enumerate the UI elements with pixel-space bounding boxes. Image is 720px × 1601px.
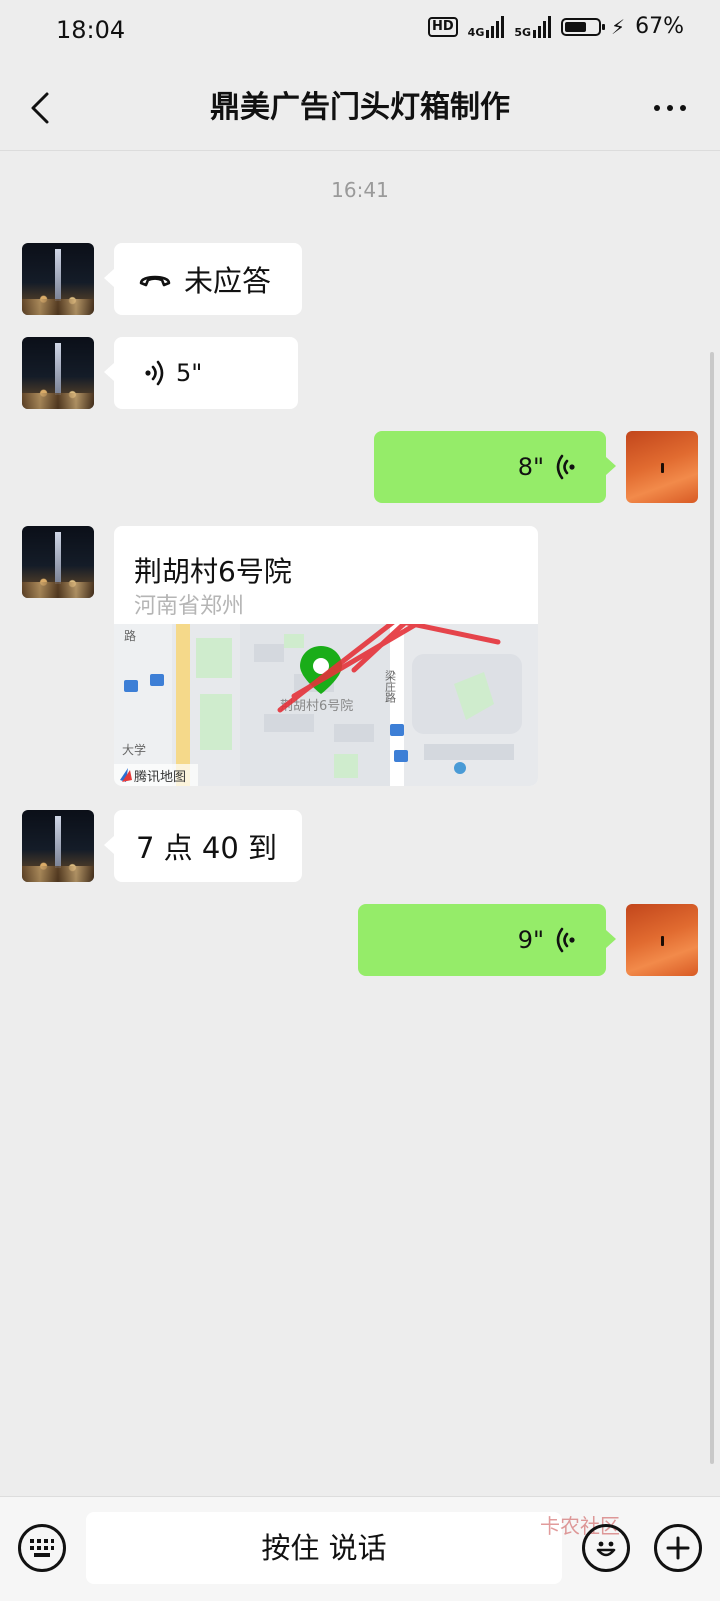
message-timestamp: 16:41 [331, 178, 389, 202]
more-dot [680, 105, 686, 111]
voice-duration: 9" [517, 926, 544, 954]
keyboard-icon [30, 1539, 54, 1557]
more-dot [667, 105, 673, 111]
battery-icon [561, 17, 606, 36]
header-divider [0, 150, 720, 151]
map-road-label: 大学 [122, 742, 146, 757]
battery-percent: 67% [635, 14, 684, 39]
my-avatar[interactable] [626, 431, 698, 503]
bus-stop-icon [394, 750, 408, 762]
hd-voice-icon: HD [428, 16, 458, 37]
charging-icon: ⚡ [611, 14, 626, 39]
voice-wave-icon [145, 360, 164, 386]
location-card[interactable]: 荆胡村6号院 河南省郑州 路 梁庄路 荆胡村6号院 大学 腾讯地图 [114, 526, 538, 786]
location-map[interactable]: 路 梁庄路 荆胡村6号院 大学 腾讯地图 [114, 624, 538, 786]
status-icons: HD 4G 5G ⚡ 67% [428, 14, 684, 39]
message-text: 7 点 40 到 [136, 831, 278, 865]
contact-avatar[interactable] [22, 810, 94, 882]
signal-5g-icon: 5G [514, 15, 552, 38]
map-provider-label: 腾讯地图 [134, 769, 186, 785]
bus-stop-icon [390, 724, 404, 736]
missed-call-bubble[interactable]: 未应答 [104, 243, 302, 315]
voice-wave-icon [556, 927, 575, 953]
emoji-icon [596, 1541, 616, 1557]
more-options-button[interactable] [640, 86, 700, 130]
signal-4g-icon: 4G [468, 15, 505, 38]
voice-duration: 8" [517, 453, 544, 481]
plus-icon [666, 1536, 690, 1560]
map-road-label: 梁庄路 [384, 669, 397, 704]
text-message-bubble[interactable]: 7 点 40 到 [104, 810, 302, 882]
status-time: 18:04 [56, 16, 126, 44]
chevron-left-icon [31, 92, 49, 124]
contact-avatar[interactable] [22, 243, 94, 315]
voice-wave-icon [556, 454, 575, 480]
contact-avatar[interactable] [22, 526, 94, 598]
outgoing-voice-bubble[interactable]: 8" [374, 431, 616, 503]
location-title: 荆胡村6号院 [134, 555, 292, 588]
location-address: 河南省郑州 [134, 594, 245, 619]
contact-avatar[interactable] [22, 337, 94, 409]
back-button[interactable] [20, 86, 60, 130]
bus-stop-icon [124, 680, 138, 692]
keyboard-toggle-button[interactable] [18, 1524, 66, 1572]
more-functions-button[interactable] [654, 1524, 702, 1572]
hold-to-talk-button[interactable]: 按住 说话 [86, 1512, 562, 1584]
bus-stop-icon [150, 674, 164, 686]
chat-header: 鼎美广告门头灯箱制作 [0, 66, 720, 150]
scrollbar[interactable] [710, 352, 714, 1464]
my-avatar[interactable] [626, 904, 698, 976]
missed-call-label: 未应答 [184, 264, 272, 298]
more-dot [654, 105, 660, 111]
incoming-voice-bubble[interactable]: 5" [104, 337, 298, 409]
map-road-label: 路 [124, 628, 136, 643]
emoji-button[interactable] [582, 1524, 630, 1572]
status-bar: 18:04 HD 4G 5G ⚡ 67% [0, 0, 720, 66]
voice-duration: 5" [176, 359, 203, 387]
phone-hangup-icon [139, 275, 171, 287]
poi-icon [454, 762, 466, 774]
chat-title: 鼎美广告门头灯箱制作 [210, 90, 510, 125]
outgoing-voice-bubble[interactable]: 9" [358, 904, 616, 976]
